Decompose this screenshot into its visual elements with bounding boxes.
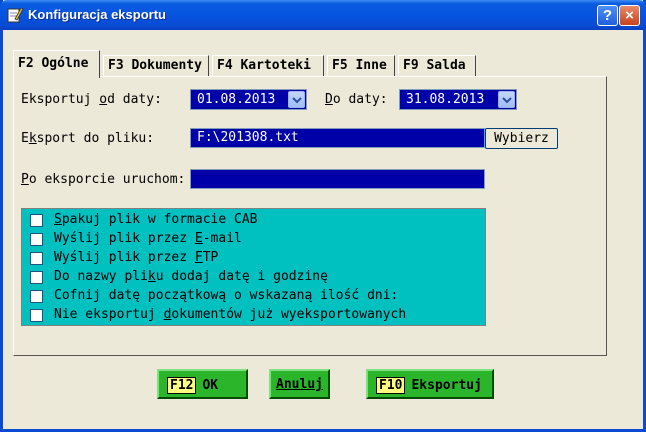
checkbox[interactable] bbox=[30, 309, 43, 322]
checkbox[interactable] bbox=[30, 290, 43, 303]
checkbox[interactable] bbox=[30, 214, 43, 227]
window-title: Konfiguracja eksportu bbox=[28, 7, 166, 22]
tab-other[interactable]: F5 Inne bbox=[327, 55, 395, 77]
date-to-dropdown[interactable] bbox=[498, 91, 515, 108]
cancel-button[interactable]: Anuluj bbox=[269, 369, 330, 399]
run-after-label: Po eksporcie uruchom: bbox=[21, 172, 186, 187]
date-from-dropdown[interactable] bbox=[288, 91, 305, 108]
choose-file-button[interactable]: Wybierz bbox=[485, 128, 558, 149]
date-to-picker[interactable]: 31.08.2013 bbox=[399, 89, 517, 110]
ok-shortcut: F12 bbox=[167, 377, 197, 394]
help-icon: ? bbox=[602, 7, 613, 24]
date-from-value: 01.08.2013 bbox=[197, 92, 276, 107]
date-from-label: Eksportuj od daty: bbox=[21, 92, 162, 107]
export-file-label: Eksport do pliku: bbox=[21, 131, 155, 146]
tab-records[interactable]: F4 Kartoteki bbox=[212, 55, 324, 77]
tab-documents[interactable]: F3 Dokumenty bbox=[103, 55, 209, 77]
ok-button[interactable]: F12 OK bbox=[157, 369, 248, 399]
close-button[interactable]: × bbox=[619, 5, 640, 26]
date-from-picker[interactable]: 01.08.2013 bbox=[190, 89, 307, 110]
title-bar[interactable]: Konfiguracja eksportu ? × bbox=[0, 0, 646, 30]
checkbox[interactable] bbox=[30, 271, 43, 284]
date-to-value: 31.08.2013 bbox=[406, 92, 485, 107]
export-button[interactable]: F10 Eksportuj bbox=[366, 369, 494, 399]
tab-general[interactable]: F2 Ogólne bbox=[13, 50, 100, 78]
checkbox[interactable] bbox=[30, 233, 43, 246]
chevron-down-icon bbox=[292, 97, 302, 104]
pencil-icon bbox=[7, 7, 24, 23]
export-shortcut: F10 bbox=[376, 377, 406, 394]
options-group: Spakuj plik w formacie CAB Wyślij plik p… bbox=[21, 208, 486, 326]
help-button[interactable]: ? bbox=[597, 5, 618, 26]
run-after-input[interactable] bbox=[190, 169, 485, 189]
checkbox[interactable] bbox=[30, 252, 43, 265]
tab-balances[interactable]: F9 Salda bbox=[398, 55, 476, 77]
date-to-label: Do daty: bbox=[325, 92, 388, 107]
chevron-down-icon bbox=[502, 97, 512, 104]
export-config-window: Konfiguracja eksportu ? × F2 Ogólne F3 D… bbox=[0, 0, 646, 432]
export-file-input[interactable]: F:\201308.txt bbox=[190, 128, 485, 148]
close-icon: × bbox=[625, 7, 634, 24]
